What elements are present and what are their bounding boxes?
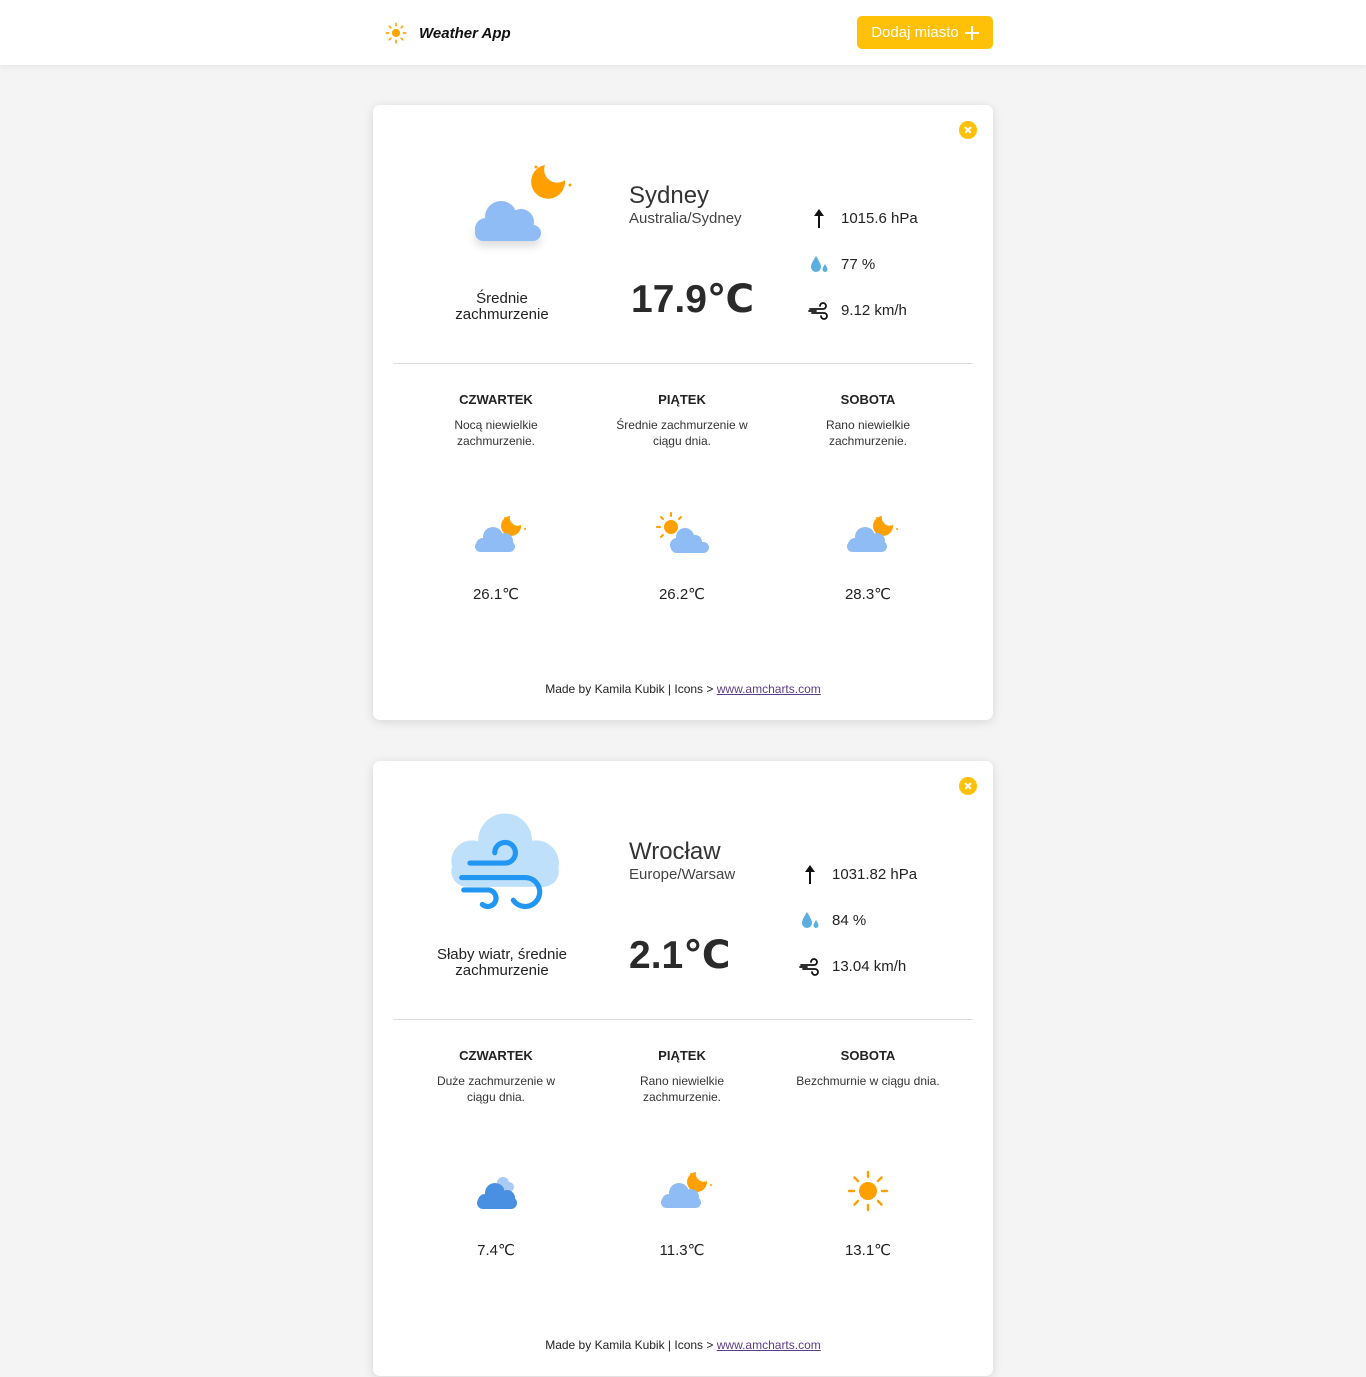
forecast-day-name: PIĄTEK xyxy=(658,392,706,407)
forecast-description: Nocą niewielkie zachmurzenie. xyxy=(454,418,538,448)
pressure-value: 1031.82 hPa xyxy=(832,865,918,883)
condition-text: Słaby wiatr, średnie zachmurzenie xyxy=(436,946,568,979)
app-title: Weather App xyxy=(419,24,511,42)
wind-cloud-icon xyxy=(451,813,559,909)
forecast-day: SOBOTA Bezchmurnie w ciągu dnia. 13.1℃ xyxy=(775,1046,961,1296)
stats-list: 1015.6 hPa 77 % 9.12 km/h xyxy=(807,195,918,333)
footer-text: Made by Kamila Kubik | Icons > xyxy=(545,1338,717,1352)
cloudy-night-icon xyxy=(847,516,898,552)
current-temperature: 2.1℃ xyxy=(629,934,731,977)
city-name: Sydney xyxy=(629,182,710,209)
humidity-row: 77 % xyxy=(807,241,918,287)
forecast-description: Bezchmurnie w ciągu dnia. xyxy=(796,1074,940,1088)
pressure-row: 1031.82 hPa xyxy=(798,851,917,897)
cloudy-day-icon xyxy=(656,512,709,553)
amcharts-link[interactable]: www.amcharts.com xyxy=(717,682,821,696)
plus-icon xyxy=(964,25,979,40)
wind-icon xyxy=(799,958,819,976)
wind-value: 9.12 km/h xyxy=(841,301,907,319)
current-temperature: 17.9℃ xyxy=(631,278,755,321)
wind-icon xyxy=(808,302,828,320)
forecast-day: PIĄTEK Rano niewielkie zachmurzenie. 11.… xyxy=(589,1046,775,1296)
pressure-row: 1015.6 hPa xyxy=(807,195,918,241)
cloudy-night-icon xyxy=(661,1172,712,1208)
timezone: Europe/Warsaw xyxy=(629,866,736,883)
timezone: Australia/Sydney xyxy=(629,210,742,227)
close-card-button[interactable] xyxy=(959,121,977,139)
city-card-wroclaw: Słaby wiatr, średnie zachmurzenie Wrocła… xyxy=(373,761,993,1376)
stats-list: 1031.82 hPa 84 % 13.04 km/h xyxy=(798,851,917,989)
divider xyxy=(393,1019,973,1020)
forecast-description: Średnie zachmurzenie w ciągu dnia. xyxy=(616,418,748,448)
water-drops-icon xyxy=(811,256,828,272)
cloudy-icon xyxy=(477,1177,517,1209)
forecast-temperature: 26.2℃ xyxy=(658,586,706,603)
forecast-day: PIĄTEK Średnie zachmurzenie w ciągu dnia… xyxy=(589,390,775,640)
wind-value: 13.04 km/h xyxy=(832,957,907,975)
cloudy-night-icon xyxy=(475,165,572,241)
footer-text: Made by Kamila Kubik | Icons > xyxy=(545,682,717,696)
add-city-label: Dodaj miasto xyxy=(871,24,959,41)
forecast-day: SOBOTA Rano niewielkie zachmurzenie. 28.… xyxy=(775,390,961,640)
forecast-day-name: PIĄTEK xyxy=(658,1048,706,1063)
forecast-day-name: CZWARTEK xyxy=(459,392,533,407)
cloudy-night-icon xyxy=(475,516,526,552)
close-card-button[interactable] xyxy=(959,777,977,795)
water-drops-icon xyxy=(802,912,819,928)
forecast: CZWARTEK Nocą niewielkie zachmurzenie. 2… xyxy=(403,390,963,640)
forecast-temperature: 11.3℃ xyxy=(659,1242,705,1259)
forecast-temperature: 26.1℃ xyxy=(472,586,520,603)
city-card-sydney: Średnie zachmurzenie Sydney Australia/Sy… xyxy=(373,105,993,720)
sun-icon xyxy=(847,1170,889,1212)
condition-text: Średnie zachmurzenie xyxy=(455,290,549,323)
forecast-description: Duże zachmurzenie w ciągu dnia. xyxy=(436,1074,556,1104)
forecast-day-name: SOBOTA xyxy=(840,392,896,407)
add-city-button[interactable]: Dodaj miasto xyxy=(857,16,993,49)
footer: Made by Kamila Kubik | Icons > www.amcha… xyxy=(373,682,993,696)
humidity-row: 84 % xyxy=(798,897,917,943)
city-name: Wrocław xyxy=(629,838,721,865)
brand: Weather App xyxy=(385,20,511,46)
arrow-up-icon xyxy=(814,209,824,228)
arrow-up-icon xyxy=(805,865,815,884)
divider xyxy=(393,363,973,364)
forecast-description: Rano niewielkie zachmurzenie. xyxy=(639,1074,725,1104)
forecast-temperature: 28.3℃ xyxy=(844,586,892,603)
forecast-day-name: CZWARTEK xyxy=(459,1048,533,1063)
sun-icon xyxy=(385,22,407,44)
pressure-value: 1015.6 hPa xyxy=(841,209,918,227)
forecast: CZWARTEK Duże zachmurzenie w ciągu dnia.… xyxy=(403,1046,963,1296)
forecast-temperature: 13.1℃ xyxy=(844,1242,892,1259)
amcharts-link[interactable]: www.amcharts.com xyxy=(717,1338,821,1352)
humidity-value: 77 % xyxy=(841,255,876,273)
humidity-value: 84 % xyxy=(832,911,867,929)
forecast-day: CZWARTEK Nocą niewielkie zachmurzenie. 2… xyxy=(403,390,589,640)
forecast-temperature: 7.4℃ xyxy=(477,1242,515,1259)
footer: Made by Kamila Kubik | Icons > www.amcha… xyxy=(373,1338,993,1352)
forecast-day-name: SOBOTA xyxy=(840,1048,896,1063)
forecast-description: Rano niewielkie zachmurzenie. xyxy=(825,418,911,448)
forecast-day: CZWARTEK Duże zachmurzenie w ciągu dnia.… xyxy=(403,1046,589,1296)
wind-row: 9.12 km/h xyxy=(807,287,918,333)
wind-row: 13.04 km/h xyxy=(798,943,917,989)
top-bar: Weather App Dodaj miasto xyxy=(0,0,1366,65)
